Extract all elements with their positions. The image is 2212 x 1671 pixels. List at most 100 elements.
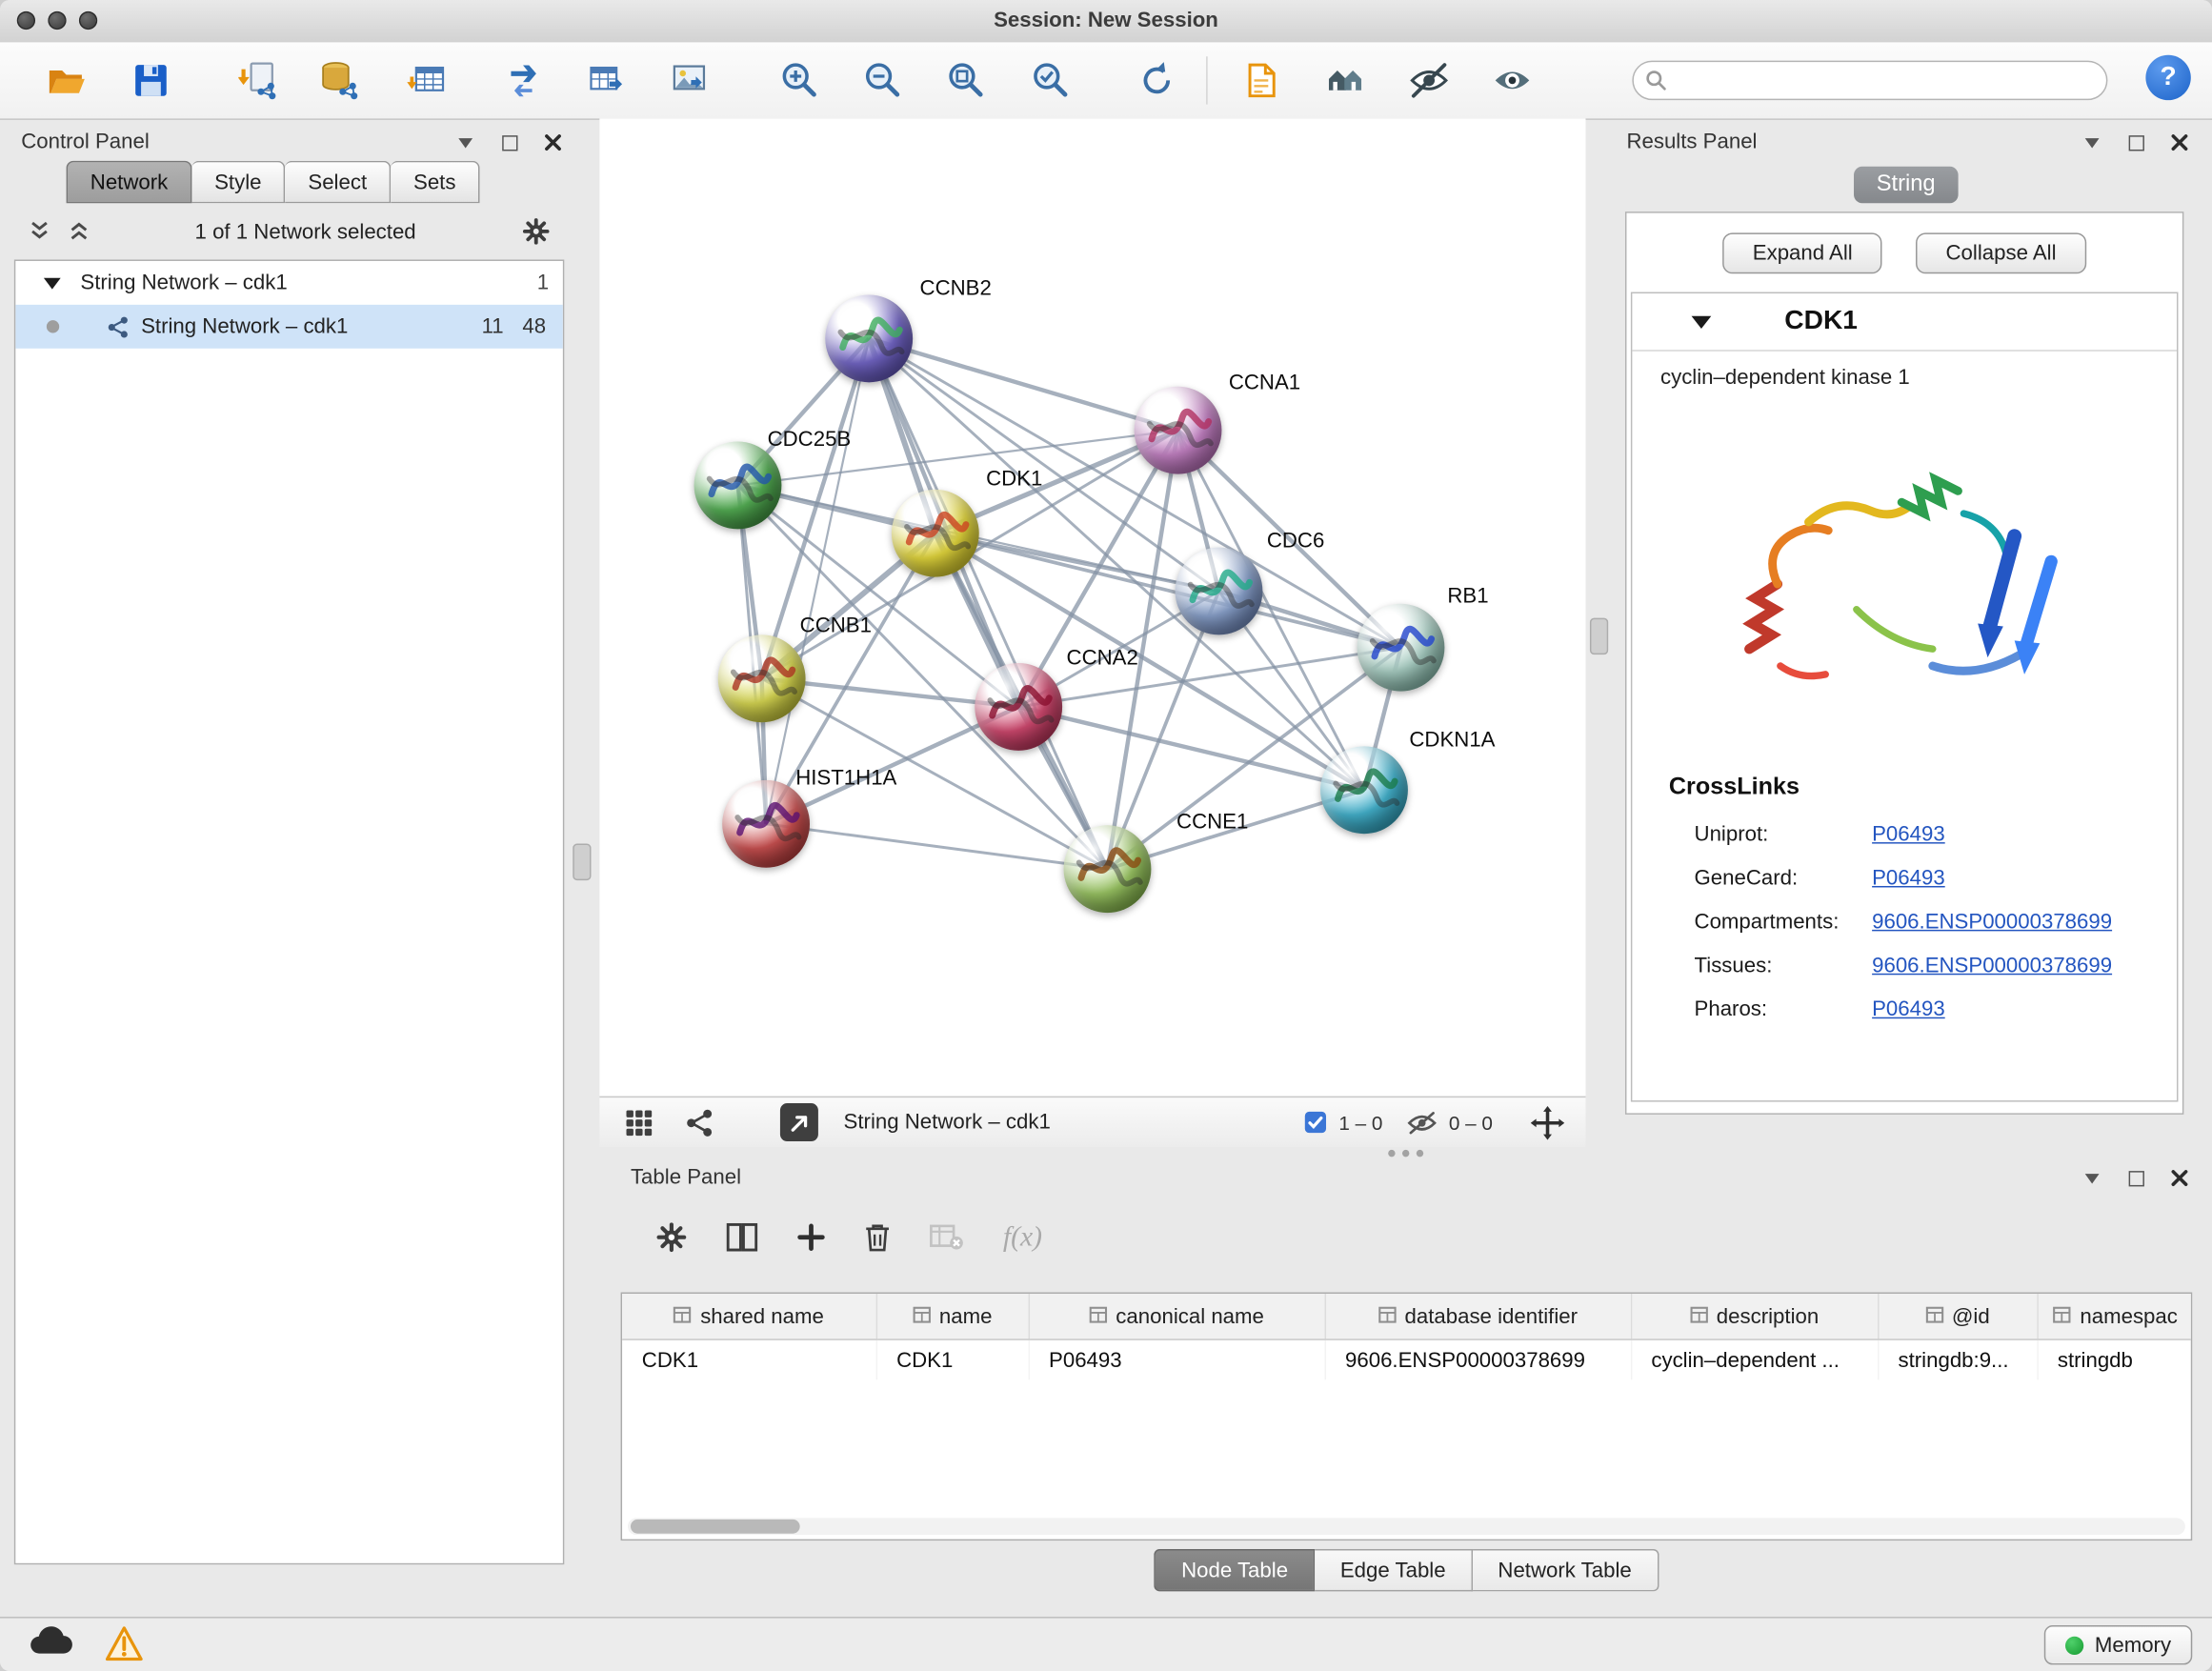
gene-disclosure-icon[interactable]: [1692, 315, 1712, 328]
column-header-namespac[interactable]: namespac: [2037, 1294, 2192, 1339]
import-table-file-icon[interactable]: [399, 53, 452, 107]
memory-button[interactable]: Memory: [2044, 1625, 2193, 1664]
network-node-rb1[interactable]: [1357, 604, 1445, 692]
control-panel-close-icon[interactable]: [542, 131, 565, 154]
tab-select[interactable]: Select: [286, 161, 392, 203]
table-cell[interactable]: CDK1: [622, 1339, 876, 1379]
network-node-cdkn1a[interactable]: [1320, 746, 1408, 834]
clone-network-icon[interactable]: [499, 53, 553, 107]
column-header--id[interactable]: @id: [1878, 1294, 2037, 1339]
zoom-selected-icon[interactable]: [1024, 53, 1077, 107]
zoom-fit-icon[interactable]: [939, 53, 993, 107]
grid-view-icon[interactable]: [625, 1097, 654, 1147]
add-column-icon[interactable]: [797, 1223, 826, 1252]
tab-node-table[interactable]: Node Table: [1155, 1549, 1315, 1591]
open-in-new-window-icon[interactable]: [780, 1103, 818, 1141]
control-panel-collapse-icon[interactable]: [454, 131, 477, 154]
column-header-database-identifier[interactable]: database identifier: [1325, 1294, 1631, 1339]
search-input[interactable]: [1667, 64, 2106, 98]
table-panel-close-icon[interactable]: [2168, 1167, 2191, 1190]
hidden-items-eye-icon[interactable]: [1406, 1097, 1438, 1147]
export-table-icon[interactable]: [581, 53, 634, 107]
help-button[interactable]: ?: [2145, 55, 2190, 100]
network-canvas[interactable]: CCNB2 CCNA1 CDC25B CDK1 CDC6 RB1 CCNB1 C…: [599, 118, 1585, 1096]
network-options-gear-icon[interactable]: [522, 217, 551, 246]
save-session-icon[interactable]: [124, 53, 177, 107]
network-node-ccna2[interactable]: [975, 663, 1062, 751]
network-row[interactable]: String Network – cdk1 11 48: [15, 305, 563, 349]
import-network-database-icon[interactable]: [313, 53, 367, 107]
network-node-ccnb2[interactable]: [825, 295, 913, 383]
tab-sets[interactable]: Sets: [391, 161, 479, 203]
annotation-mode-icon[interactable]: [1235, 53, 1288, 107]
network-node-cdc25b[interactable]: [694, 442, 782, 530]
table-cell[interactable]: CDK1: [876, 1339, 1029, 1379]
network-overview-icon[interactable]: [686, 1097, 714, 1147]
hide-panel-icon[interactable]: [1402, 53, 1456, 107]
tab-style[interactable]: Style: [191, 161, 285, 203]
gene-section-header[interactable]: CDK1: [1632, 293, 2177, 352]
show-columns-icon[interactable]: [727, 1223, 758, 1252]
network-node-cdk1[interactable]: [892, 490, 979, 577]
expand-all-networks-icon[interactable]: [70, 220, 90, 243]
warning-icon[interactable]: [105, 1625, 144, 1662]
right-splitter-handle[interactable]: [1590, 618, 1608, 655]
column-header-description[interactable]: description: [1631, 1294, 1878, 1339]
table-panel-collapse-icon[interactable]: [2081, 1167, 2103, 1190]
scrollbar-thumb[interactable]: [631, 1520, 800, 1534]
collection-disclosure-icon[interactable]: [44, 277, 61, 289]
table-panel-float-icon[interactable]: [2124, 1167, 2147, 1190]
table-horizontal-scrollbar[interactable]: [628, 1518, 2185, 1535]
collapse-all-button[interactable]: Collapse All: [1916, 232, 2085, 273]
tab-network-table[interactable]: Network Table: [1473, 1549, 1659, 1591]
zoom-in-icon[interactable]: [774, 53, 827, 107]
cloud-icon[interactable]: [29, 1625, 73, 1660]
table-settings-gear-icon[interactable]: [656, 1221, 688, 1253]
table-cell[interactable]: stringdb:9...: [1878, 1339, 2037, 1379]
crosslink-link[interactable]: P06493: [1872, 866, 1945, 890]
collapse-all-networks-icon[interactable]: [30, 220, 50, 243]
network-collection-row[interactable]: String Network – cdk1 1: [15, 261, 563, 305]
fit-selection-crosshair-icon[interactable]: [1531, 1097, 1565, 1147]
column-header-name[interactable]: name: [876, 1294, 1029, 1339]
crosslink-label: Compartments:: [1695, 910, 1873, 934]
crosslink-link[interactable]: 9606.ENSP00000378699: [1872, 910, 2112, 934]
delete-column-icon[interactable]: [865, 1222, 891, 1252]
import-network-file-icon[interactable]: [232, 53, 286, 107]
crosslink-link[interactable]: 9606.ENSP00000378699: [1872, 954, 2112, 977]
network-node-ccna1[interactable]: [1135, 387, 1222, 474]
refresh-view-icon[interactable]: [1130, 53, 1183, 107]
clear-table-icon[interactable]: [930, 1223, 964, 1252]
network-node-hist1h1a[interactable]: [722, 780, 810, 868]
network-node-ccne1[interactable]: [1064, 825, 1152, 913]
window-titlebar: Session: New Session: [0, 0, 2212, 44]
network-node-ccnb1[interactable]: [718, 634, 806, 722]
horizontal-splitter-grip[interactable]: [1376, 1148, 1435, 1158]
expand-all-button[interactable]: Expand All: [1723, 232, 1882, 273]
show-panel-icon[interactable]: [1485, 53, 1538, 107]
tab-string[interactable]: String: [1854, 167, 1958, 204]
open-session-icon[interactable]: [39, 53, 92, 107]
table-cell[interactable]: P06493: [1029, 1339, 1325, 1379]
selected-checkbox-icon[interactable]: [1305, 1097, 1326, 1147]
left-splitter-handle[interactable]: [573, 844, 591, 881]
results-panel-float-icon[interactable]: [2124, 131, 2147, 154]
zoom-out-icon[interactable]: [856, 53, 910, 107]
results-panel-collapse-icon[interactable]: [2081, 131, 2103, 154]
control-panel-float-icon[interactable]: [498, 131, 521, 154]
table-row[interactable]: CDK1CDK1P064939606.ENSP00000378699cyclin…: [622, 1339, 2192, 1379]
function-builder-icon[interactable]: f(x): [1003, 1221, 1042, 1254]
show-all-panels-icon[interactable]: [1319, 53, 1373, 107]
crosslink-link[interactable]: P06493: [1872, 997, 1945, 1021]
tab-edge-table[interactable]: Edge Table: [1315, 1549, 1473, 1591]
column-header-canonical-name[interactable]: canonical name: [1029, 1294, 1325, 1339]
table-cell[interactable]: 9606.ENSP00000378699: [1325, 1339, 1631, 1379]
column-header-shared-name[interactable]: shared name: [622, 1294, 876, 1339]
network-node-cdc6[interactable]: [1176, 548, 1263, 635]
results-panel-close-icon[interactable]: [2168, 131, 2191, 154]
export-image-icon[interactable]: [664, 53, 717, 107]
table-cell[interactable]: stringdb: [2037, 1339, 2192, 1379]
tab-network[interactable]: Network: [67, 161, 192, 203]
table-cell[interactable]: cyclin–dependent ...: [1631, 1339, 1878, 1379]
crosslink-link[interactable]: P06493: [1872, 822, 1945, 846]
